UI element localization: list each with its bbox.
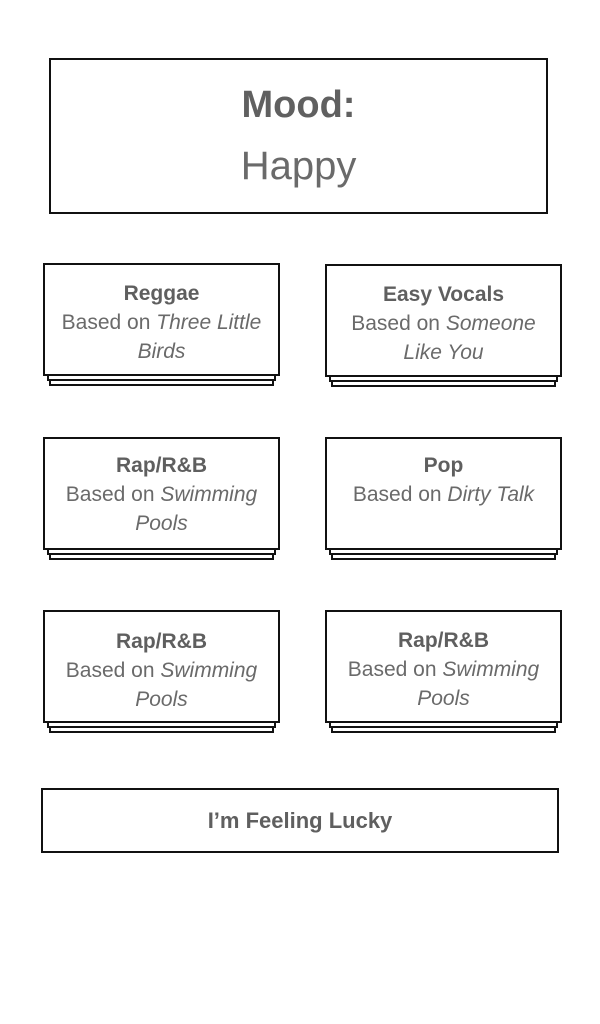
station-description: Based on Someone Like You xyxy=(327,309,560,367)
station-card-face[interactable]: Rap/R&B Based on Swimming Pools xyxy=(43,610,280,723)
mood-value: Happy xyxy=(240,144,357,188)
station-card-face[interactable]: Reggae Based on Three Little Birds xyxy=(43,263,280,376)
station-card-face[interactable]: Easy Vocals Based on Someone Like You xyxy=(325,264,562,377)
station-genre: Easy Vocals xyxy=(382,283,505,306)
station-description: Based on Swimming Pools xyxy=(45,480,278,538)
based-on-text: Based on xyxy=(65,659,155,682)
based-on-text: Based on xyxy=(351,312,440,335)
station-card-rap-rnb-2[interactable]: Rap/R&B Based on Swimming Pools xyxy=(43,610,280,735)
station-genre: Rap/R&B xyxy=(115,630,207,653)
station-genre: Reggae xyxy=(123,282,200,305)
mood-label: Mood: xyxy=(241,84,356,126)
station-song: Dirty Talk xyxy=(447,483,535,506)
station-genre: Pop xyxy=(423,454,464,477)
station-card-rap-rnb-3[interactable]: Rap/R&B Based on Swimming Pools xyxy=(325,610,562,735)
station-song: Three Little Birds xyxy=(137,311,262,363)
station-description: Based on Swimming Pools xyxy=(327,655,560,713)
station-card-reggae[interactable]: Reggae Based on Three Little Birds xyxy=(43,263,280,388)
station-card-face[interactable]: Rap/R&B Based on Swimming Pools xyxy=(43,437,280,550)
station-card-easy-vocals[interactable]: Easy Vocals Based on Someone Like You xyxy=(325,264,562,389)
station-genre: Rap/R&B xyxy=(397,629,489,652)
based-on-text: Based on xyxy=(347,658,437,681)
station-card-face[interactable]: Pop Based on Dirty Talk xyxy=(325,437,562,550)
station-description: Based on Swimming Pools xyxy=(45,656,278,714)
station-card-face[interactable]: Rap/R&B Based on Swimming Pools xyxy=(325,610,562,723)
station-genre: Rap/R&B xyxy=(115,454,207,477)
station-card-pop[interactable]: Pop Based on Dirty Talk xyxy=(325,437,562,562)
station-description: Based on Dirty Talk xyxy=(327,480,560,509)
station-card-rap-rnb-1[interactable]: Rap/R&B Based on Swimming Pools xyxy=(43,437,280,562)
based-on-text: Based on xyxy=(352,483,442,506)
mood-panel: Mood: Happy xyxy=(49,58,548,214)
station-description: Based on Three Little Birds xyxy=(45,308,278,366)
feeling-lucky-button[interactable]: I’m Feeling Lucky xyxy=(41,788,559,853)
based-on-text: Based on xyxy=(61,311,151,334)
based-on-text: Based on xyxy=(65,483,155,506)
